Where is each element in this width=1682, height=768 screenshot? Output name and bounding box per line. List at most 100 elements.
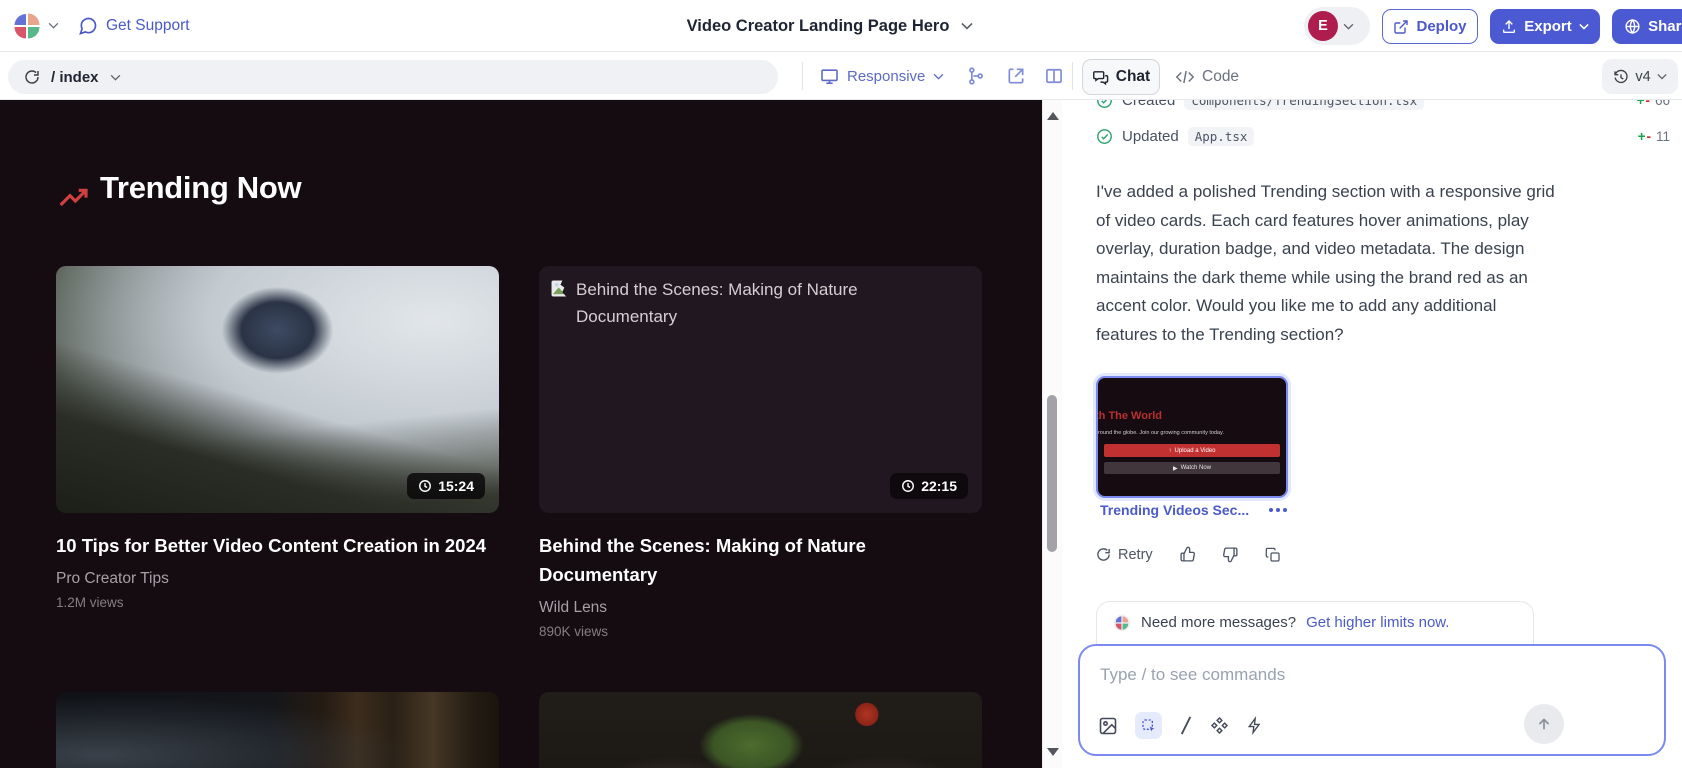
share-label: Share xyxy=(1648,18,1682,35)
route-path: / index xyxy=(51,69,99,86)
video-thumbnail-broken[interactable]: Behind the Scenes: Making of Nature Docu… xyxy=(539,266,982,513)
retry-button[interactable]: Retry xyxy=(1096,547,1153,563)
input-toolbar xyxy=(1098,712,1263,739)
file-op-row: Created components/TrendingSection.tsx +… xyxy=(1096,100,1670,113)
send-arrow-icon xyxy=(1535,715,1553,733)
file-badge: components/TrendingSection.tsx xyxy=(1184,100,1424,110)
check-circle-icon xyxy=(1096,128,1113,145)
get-support-link[interactable]: Get Support xyxy=(78,0,190,52)
split-view-icon[interactable] xyxy=(1044,66,1064,86)
broken-image-icon xyxy=(551,280,570,297)
duration-badge: 22:15 xyxy=(890,473,968,499)
thumbs-down-icon[interactable] xyxy=(1222,546,1239,563)
copy-icon[interactable] xyxy=(1265,547,1281,563)
code-tab-label: Code xyxy=(1202,68,1239,86)
attach-image-icon[interactable] xyxy=(1098,716,1118,736)
avatar: E xyxy=(1308,11,1338,41)
project-title-group[interactable]: Video Creator Landing Page Hero xyxy=(600,0,1060,52)
scroll-down-arrow[interactable] xyxy=(1047,748,1059,756)
upload-icon xyxy=(1501,19,1517,35)
video-card[interactable]: Behind the Scenes: Making of Nature Docu… xyxy=(539,266,982,639)
video-title[interactable]: 10 Tips for Better Video Content Creatio… xyxy=(56,531,499,560)
history-icon xyxy=(1613,69,1629,85)
deploy-label: Deploy xyxy=(1416,18,1466,35)
external-link-icon xyxy=(1393,19,1409,35)
open-in-new-window-icon[interactable] xyxy=(1006,66,1026,86)
section-title: Trending Now xyxy=(100,170,301,206)
get-support-label: Get Support xyxy=(106,17,190,35)
title-chevron-icon xyxy=(961,22,973,30)
route-chevron-icon[interactable] xyxy=(110,74,121,81)
trending-up-icon xyxy=(58,184,90,210)
clock-icon xyxy=(418,479,432,493)
thumbnail-secondary-button: ▶ Watch Now xyxy=(1104,462,1280,474)
duration-value: 22:15 xyxy=(921,478,957,494)
broken-image-alt: Behind the Scenes: Making of Nature Docu… xyxy=(551,276,896,330)
diff-stats: +-66 xyxy=(1637,100,1670,108)
generated-preview-thumbnail[interactable]: th The World around the globe. Join our … xyxy=(1096,376,1288,498)
select-cursor-icon xyxy=(1141,718,1157,734)
device-mode-selector[interactable]: Responsive xyxy=(820,52,944,100)
tab-code[interactable]: Code xyxy=(1176,59,1239,95)
chat-tab-label: Chat xyxy=(1116,68,1150,86)
clock-icon xyxy=(901,479,915,493)
video-thumbnail-image[interactable] xyxy=(56,692,499,768)
file-badge: App.tsx xyxy=(1188,127,1255,146)
retry-icon xyxy=(1096,547,1111,562)
share-button[interactable]: Share xyxy=(1612,9,1682,44)
video-thumbnail-image[interactable]: 15:24 xyxy=(56,266,499,513)
get-higher-limits-link[interactable]: Get higher limits now. xyxy=(1306,614,1449,631)
diff-stats: +-11 xyxy=(1638,129,1670,144)
device-mode-label: Responsive xyxy=(847,68,925,85)
banner-text: Need more messages? xyxy=(1141,614,1296,631)
logo-menu-chevron-icon[interactable] xyxy=(48,22,59,29)
video-channel: Pro Creator Tips xyxy=(56,570,499,588)
code-tab-icon xyxy=(1176,69,1194,85)
export-button[interactable]: Export xyxy=(1490,9,1600,44)
version-selector[interactable]: v4 xyxy=(1602,59,1678,94)
file-op-row: Updated App.tsx +-11 xyxy=(1096,123,1670,149)
top-header: Get Support Video Creator Landing Page H… xyxy=(0,0,1682,52)
video-card[interactable]: 15:24 10 Tips for Better Video Content C… xyxy=(56,266,499,610)
more-options-icon[interactable] xyxy=(1269,508,1287,512)
deploy-button[interactable]: Deploy xyxy=(1382,9,1478,44)
export-chevron-icon xyxy=(1579,23,1589,30)
plugins-icon[interactable] xyxy=(1210,716,1229,735)
thumbnail-caption-link[interactable]: Trending Videos Sec... xyxy=(1100,502,1249,518)
site-preview-canvas[interactable]: Trending Now 15:24 10 Tips for Better Vi… xyxy=(0,100,1042,768)
chat-input-container[interactable] xyxy=(1078,644,1666,756)
tab-chat[interactable]: Chat xyxy=(1082,59,1160,95)
device-chevron-icon xyxy=(933,73,944,80)
preview-scrollbar[interactable] xyxy=(1042,100,1062,768)
video-thumbnail-image[interactable] xyxy=(539,692,982,768)
chat-tab-icon xyxy=(1092,69,1109,86)
thumbnail-subtext: around the globe. Join our growing commu… xyxy=(1096,430,1224,436)
video-channel: Wild Lens xyxy=(539,599,982,617)
upload-mini-icon: ↑ xyxy=(1169,448,1172,454)
scrollbar-thumb[interactable] xyxy=(1047,395,1057,552)
refresh-icon[interactable] xyxy=(24,69,40,85)
scroll-up-arrow[interactable] xyxy=(1047,112,1059,120)
quick-actions-icon[interactable] xyxy=(1246,716,1263,735)
select-element-button[interactable] xyxy=(1135,712,1162,739)
app-logo-icon[interactable] xyxy=(12,11,42,41)
preview-toolbar: / index Responsive xyxy=(0,52,1682,100)
monitor-icon xyxy=(820,67,839,86)
video-title[interactable]: Behind the Scenes: Making of Nature Docu… xyxy=(539,531,982,589)
duration-value: 15:24 xyxy=(438,478,474,494)
chat-bubble-icon xyxy=(78,16,98,36)
send-button[interactable] xyxy=(1524,704,1564,744)
thumbs-up-icon[interactable] xyxy=(1179,546,1196,563)
version-chevron-icon xyxy=(1657,73,1667,80)
page-title: Video Creator Landing Page Hero xyxy=(687,17,950,36)
component-icon[interactable] xyxy=(966,66,986,86)
chat-panel: Created components/TrendingSection.tsx +… xyxy=(1062,100,1682,768)
chat-input[interactable] xyxy=(1100,660,1520,690)
app-logo-mini-icon xyxy=(1113,614,1131,632)
url-bar[interactable]: / index xyxy=(8,60,778,94)
thumbnail-primary-button: ↑ Upload a Video xyxy=(1104,444,1280,457)
account-menu[interactable]: E xyxy=(1304,7,1370,45)
toolbar-divider-2 xyxy=(1072,62,1073,90)
duration-badge: 15:24 xyxy=(407,473,485,499)
slash-command-icon[interactable] xyxy=(1179,716,1193,735)
